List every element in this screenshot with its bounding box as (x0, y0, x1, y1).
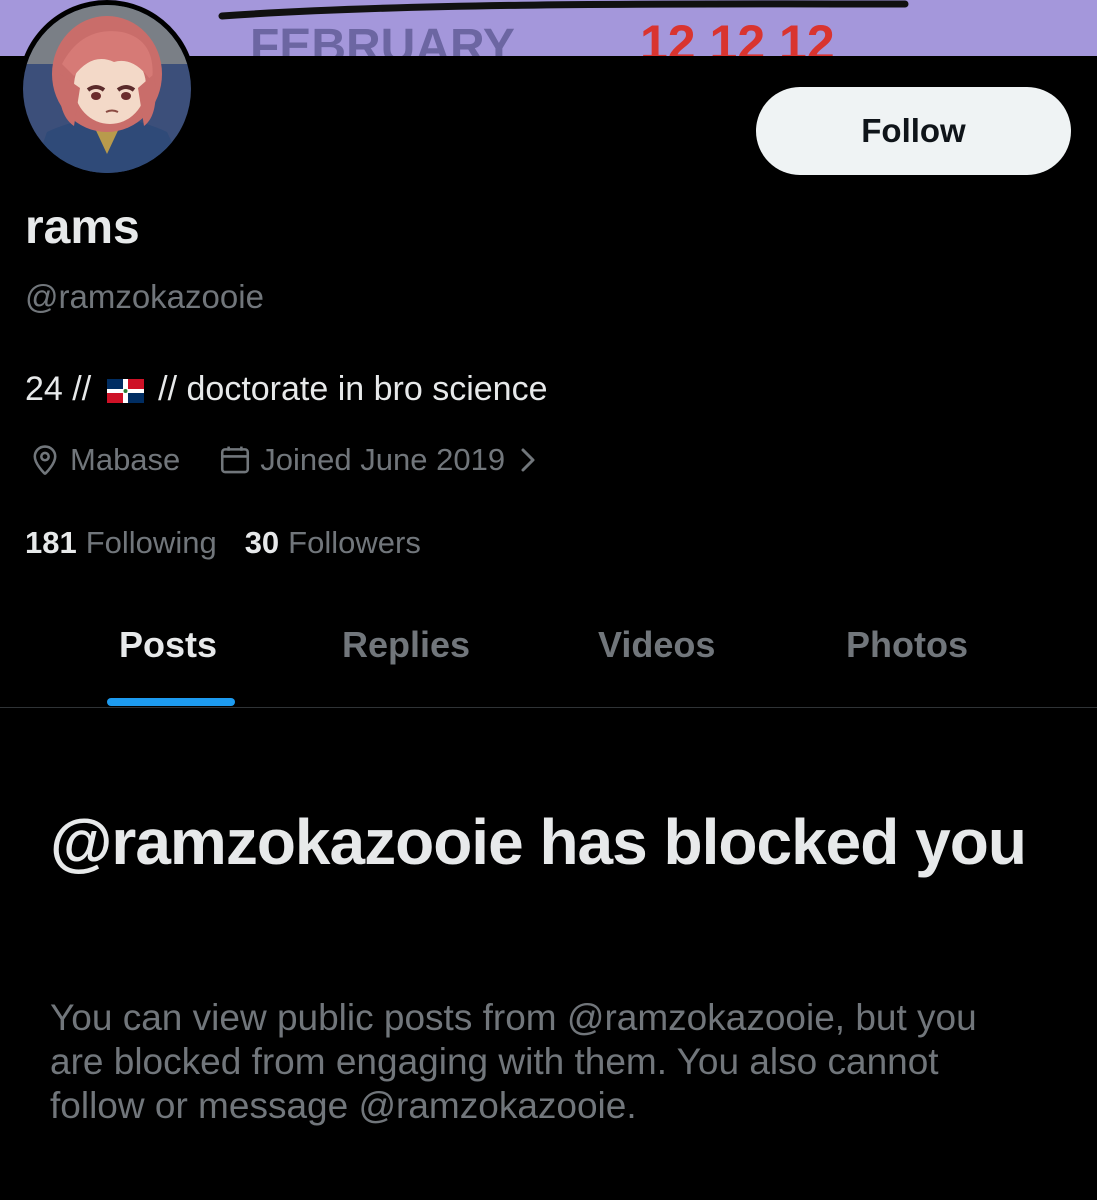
followers-stat[interactable]: 30 Followers (245, 525, 421, 561)
following-label: Following (85, 525, 217, 560)
tab-photos[interactable]: Photos (846, 624, 968, 666)
dominican-republic-flag-icon (107, 378, 145, 403)
chevron-right-icon (521, 448, 535, 472)
bio-prefix: 24 // (25, 370, 92, 408)
tab-videos[interactable]: Videos (598, 624, 715, 666)
followers-count: 30 (244, 525, 280, 560)
location-text: Mabase (70, 442, 181, 477)
profile-joined[interactable]: Joined June 2019 (218, 442, 547, 478)
svg-text:12 12 12: 12 12 12 (640, 15, 835, 56)
bio-suffix: // doctorate in bro science (158, 370, 548, 408)
calendar-icon (221, 446, 250, 474)
profile-handle: @ramzokazooie (25, 278, 264, 315)
profile-stats: 181 Following 30 Followers (25, 525, 421, 561)
svg-text:FEBRUARY: FEBRUARY (250, 20, 515, 56)
active-tab-indicator (107, 698, 235, 706)
following-stat[interactable]: 181 Following (25, 525, 217, 561)
blocked-message: You can view public posts from @ramzokaz… (50, 997, 977, 1126)
location-pin-icon (33, 445, 57, 475)
profile-display-name: rams (25, 201, 140, 254)
tab-replies[interactable]: Replies (342, 624, 470, 666)
blocked-heading: @ramzokazooie has blocked you (50, 806, 1027, 878)
profile-avatar[interactable] (18, 0, 196, 178)
following-count: 181 (25, 525, 77, 560)
joined-text: Joined June 2019 (260, 442, 506, 477)
follow-button[interactable]: Follow (756, 87, 1071, 175)
profile-meta: Mabase Joined June 2019 (28, 442, 547, 478)
profile-location: Mabase (28, 442, 180, 478)
followers-label: Followers (288, 525, 421, 560)
avatar-illustration (23, 5, 191, 173)
profile-bio: 24 // // doctorate in bro science (25, 370, 548, 409)
tab-posts[interactable]: Posts (119, 624, 217, 666)
profile-tabs: Posts Replies Videos Photos (0, 600, 1097, 708)
